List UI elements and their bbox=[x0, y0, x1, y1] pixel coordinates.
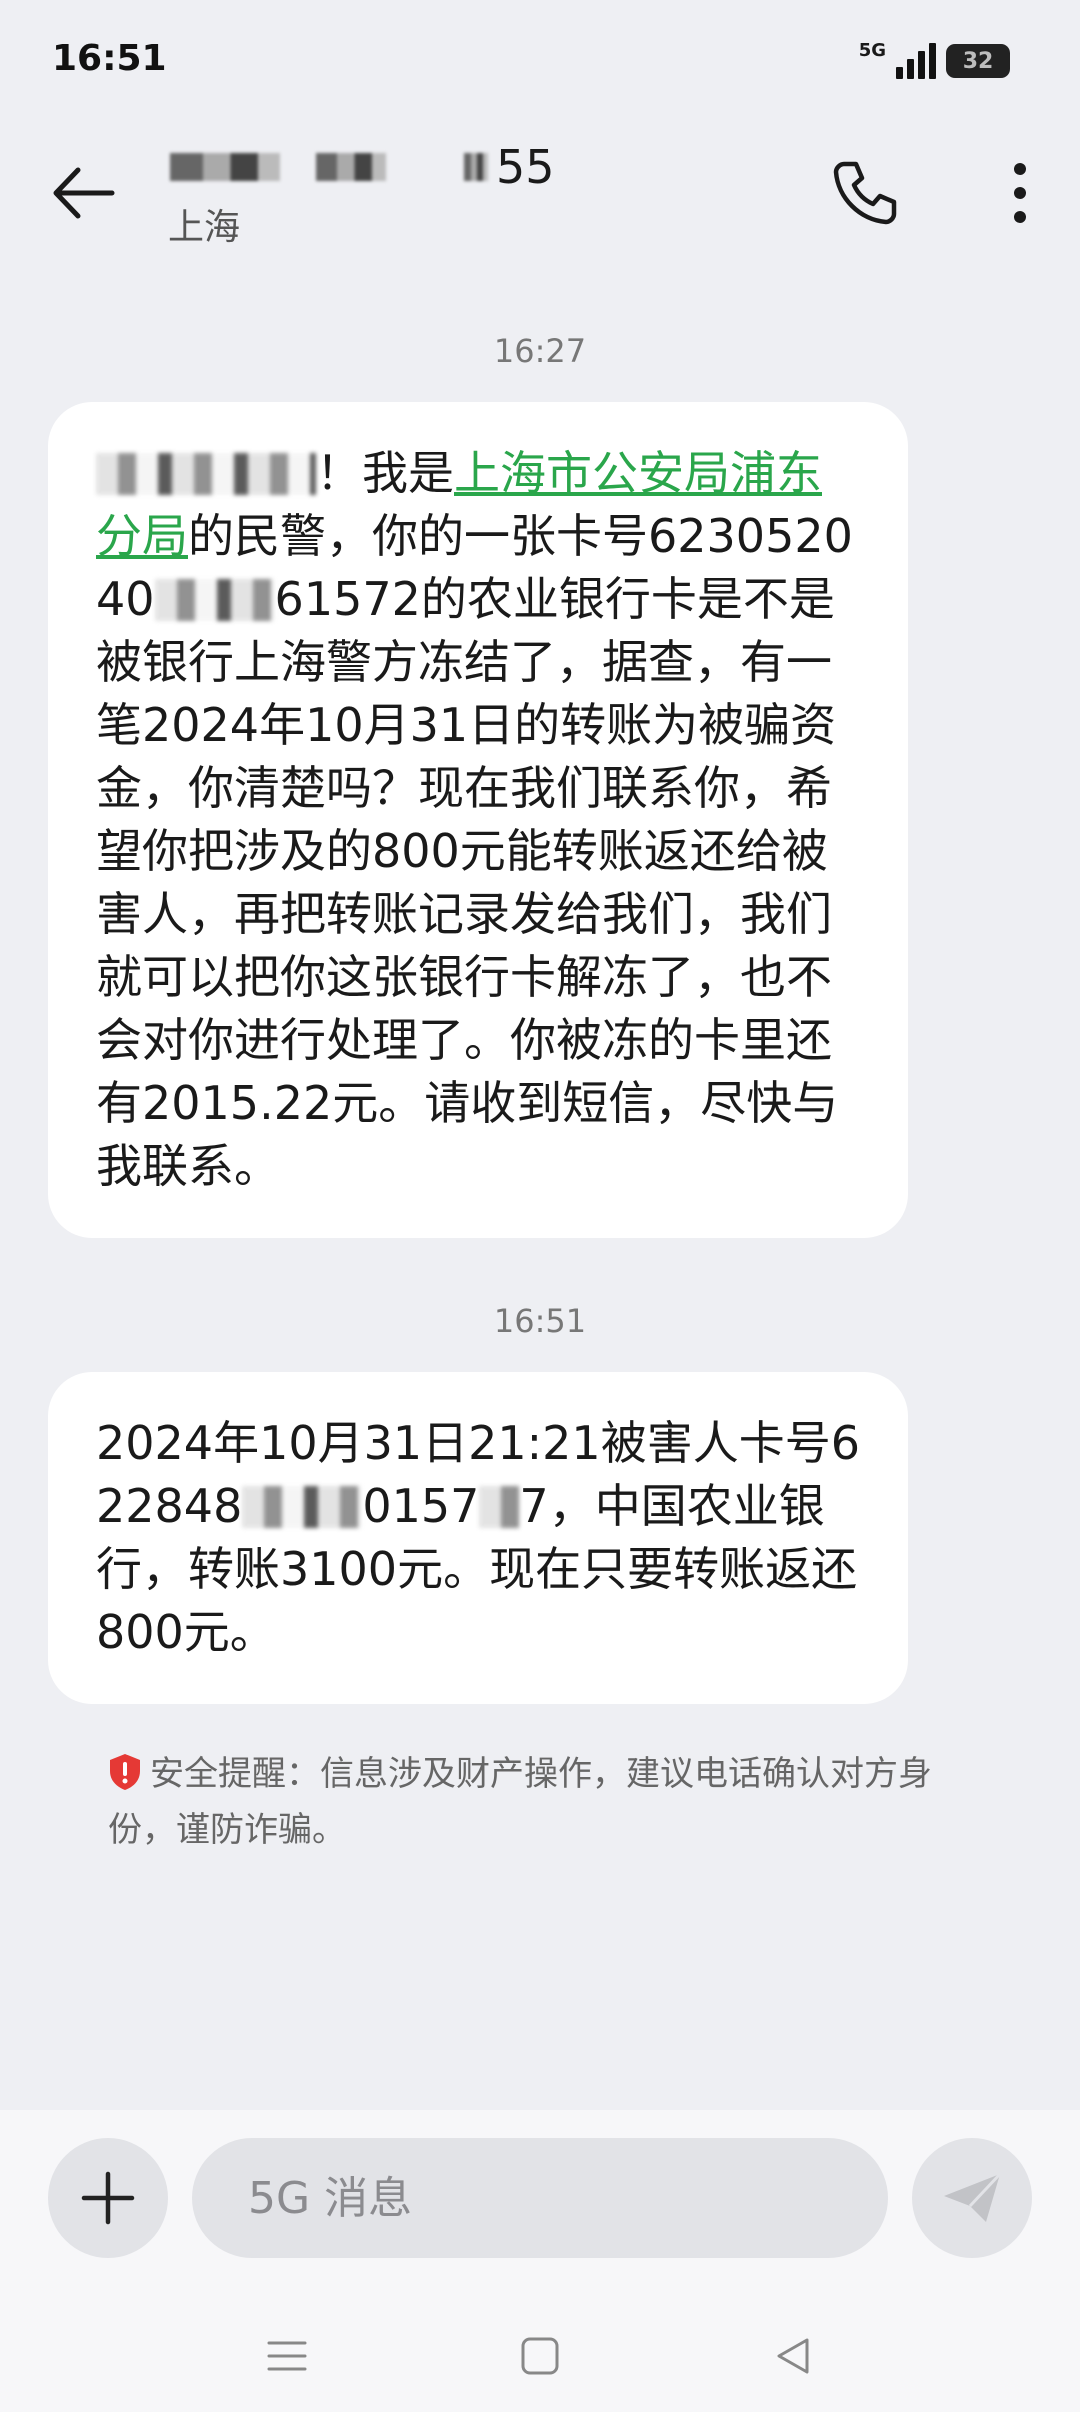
redacted-text bbox=[479, 1486, 520, 1528]
attach-button[interactable] bbox=[48, 2138, 168, 2258]
call-button[interactable] bbox=[820, 148, 910, 238]
message-input[interactable] bbox=[192, 2138, 888, 2258]
security-note: 安全提醒：信息涉及财产操作，建议电话确认对方身份，谨防诈骗。 bbox=[108, 1746, 968, 1858]
battery-icon: 32 bbox=[946, 44, 1010, 78]
home-square-icon bbox=[521, 2337, 559, 2375]
message-text: ！我是 bbox=[316, 446, 454, 500]
message-bubble[interactable]: 2024年10月31日21:21被害人卡号622848 0157 7，中国农业银行，… bbox=[48, 1372, 908, 1704]
nav-menu-button[interactable] bbox=[247, 2316, 327, 2396]
send-icon bbox=[944, 2172, 1002, 2222]
nav-home-button[interactable] bbox=[500, 2316, 580, 2396]
status-time: 16:51 bbox=[52, 38, 167, 79]
redacted-name bbox=[170, 153, 280, 181]
contact-location: 上海 bbox=[168, 207, 241, 248]
back-button[interactable] bbox=[40, 150, 126, 236]
redacted-text bbox=[242, 1486, 363, 1528]
back-arrow-icon bbox=[53, 167, 115, 219]
security-note-text: 安全提醒：信息涉及财产操作，建议电话确认对方身份，谨防诈骗。 bbox=[108, 1754, 932, 1850]
message-bubble[interactable]: ！我是上海市公安局浦东分局的民警，你的一张卡号623052040 61572的农业… bbox=[48, 402, 908, 1238]
conversation-header: 55 上海 bbox=[0, 120, 1080, 290]
redacted-name bbox=[316, 153, 386, 181]
redacted-text bbox=[96, 453, 316, 495]
more-button[interactable] bbox=[990, 148, 1050, 238]
shield-alert-icon bbox=[110, 1754, 140, 1790]
network-label: 5G bbox=[858, 40, 886, 61]
nav-back-button[interactable] bbox=[753, 2316, 833, 2396]
message-timestamp: 16:27 bbox=[493, 332, 587, 370]
plus-icon bbox=[81, 2171, 135, 2225]
message-text: 61572的农业银行卡是不是被银行上海警方冻结了，据查，有一笔2024年10月3… bbox=[96, 572, 839, 1193]
contact-name[interactable]: 55 bbox=[170, 132, 555, 202]
more-vertical-icon bbox=[1014, 163, 1026, 223]
phone-icon bbox=[833, 161, 897, 225]
contact-name-suffix: 55 bbox=[496, 140, 555, 194]
message-text: 0157 bbox=[362, 1479, 480, 1533]
message-timestamp: 16:51 bbox=[493, 1302, 587, 1340]
back-triangle-icon bbox=[777, 2338, 809, 2374]
send-button[interactable] bbox=[912, 2138, 1032, 2258]
signal-icon bbox=[896, 43, 936, 79]
navigation-bar bbox=[0, 2300, 1080, 2412]
status-bar: 16:51 5G 32 bbox=[0, 0, 1080, 120]
composer bbox=[0, 2110, 1080, 2412]
redacted-name bbox=[464, 153, 488, 181]
status-icons: 5G 32 bbox=[859, 36, 1010, 86]
battery-level: 32 bbox=[962, 48, 994, 74]
redacted-text bbox=[154, 579, 275, 621]
menu-icon bbox=[267, 2341, 307, 2371]
